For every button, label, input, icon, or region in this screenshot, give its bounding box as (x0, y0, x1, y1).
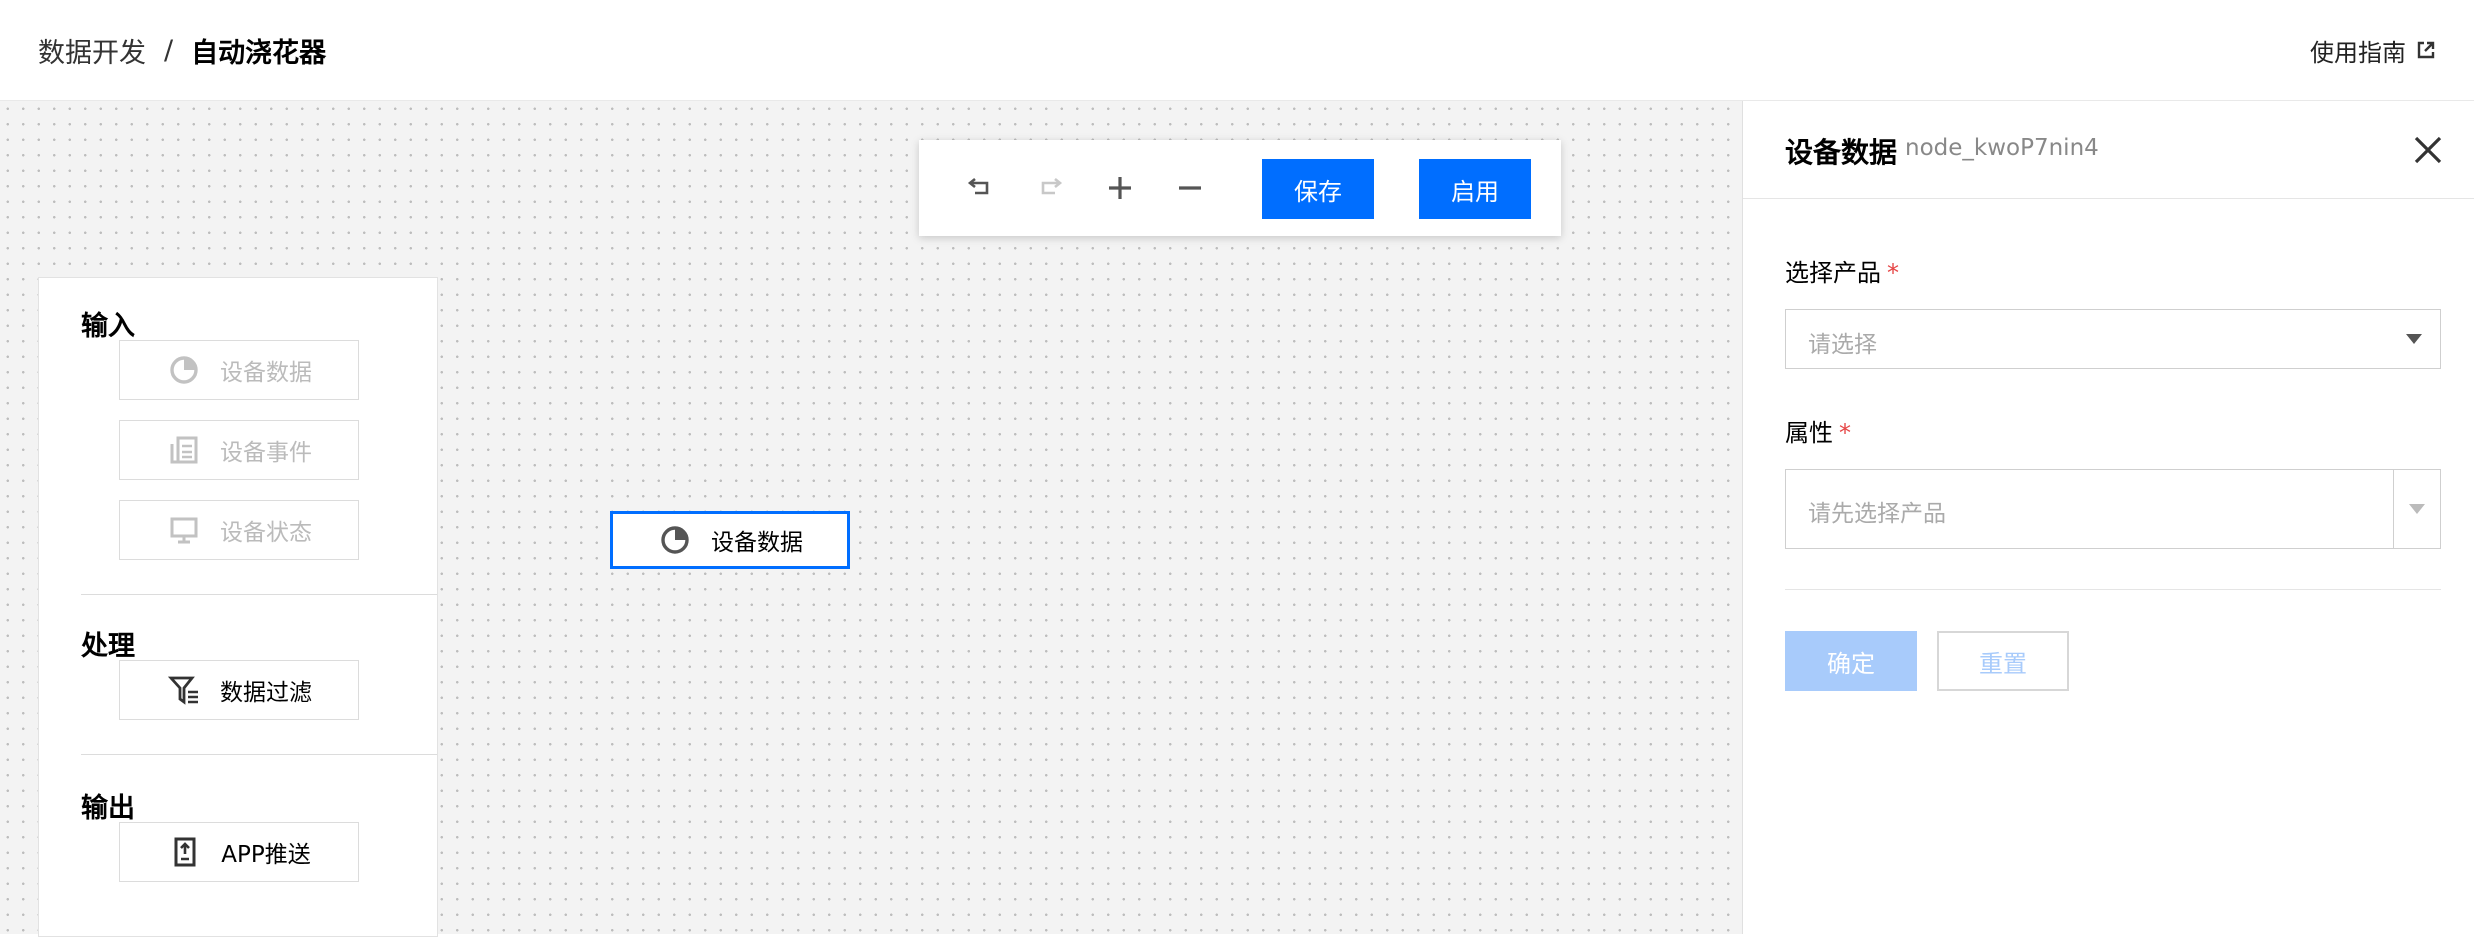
breadcrumb-separator: / (164, 34, 174, 66)
palette-divider (81, 594, 437, 595)
user-guide-link[interactable]: 使用指南 (2310, 30, 2436, 70)
event-icon (166, 432, 202, 468)
enable-button[interactable]: 启用 (1419, 159, 1531, 219)
required-mark: * (1839, 419, 1851, 447)
panel-header: 设备数据 node_kwoP7nin4 (1743, 101, 2474, 199)
palette-item-label: 设备数据 (220, 360, 312, 386)
redo-icon[interactable] (1035, 173, 1065, 203)
panel-divider (1785, 589, 2441, 590)
palette-section-process-title: 处理 (81, 631, 135, 662)
required-mark: * (1887, 259, 1899, 287)
product-select[interactable]: 请选择 (1785, 309, 2441, 369)
palette-item-label: 设备状态 (220, 520, 312, 546)
panel-title: 设备数据 (1785, 136, 1898, 169)
canvas-node-label: 设备数据 (711, 530, 803, 556)
reset-button[interactable]: 重置 (1937, 631, 2069, 691)
palette-item-device-status[interactable]: 设备状态 (119, 500, 359, 560)
flow-canvas[interactable]: 保存 启用 输入 设备数据 设备事件 设备状态 处理 数据过滤 输出 APP推送… (0, 101, 1742, 937)
select-divider (2393, 470, 2394, 548)
undo-icon[interactable] (965, 173, 995, 203)
top-header: 数据开发 / 自动浇花器 使用指南 (0, 0, 2474, 101)
node-config-panel: 设备数据 node_kwoP7nin4 选择产品 * 请选择 属性 * 请先选择产品… (1742, 101, 2474, 934)
canvas-toolbar: 保存 启用 (919, 140, 1561, 236)
node-id-label: node_kwoP7nin4 (1905, 135, 2099, 161)
monitor-icon (166, 512, 202, 548)
chevron-down-icon (2406, 334, 2422, 344)
product-select-placeholder: 请选择 (1808, 332, 1877, 358)
node-palette: 输入 设备数据 设备事件 设备状态 处理 数据过滤 输出 APP推送 (38, 277, 438, 937)
palette-item-label: 设备事件 (220, 440, 312, 466)
palette-item-device-data[interactable]: 设备数据 (119, 340, 359, 400)
confirm-button[interactable]: 确定 (1785, 631, 1917, 691)
user-guide-label: 使用指南 (2310, 38, 2406, 67)
palette-divider (81, 754, 437, 755)
product-field-label: 选择产品 * (1785, 259, 1899, 287)
filter-icon (166, 672, 202, 708)
palette-item-label: 数据过滤 (220, 680, 312, 706)
palette-item-data-filter[interactable]: 数据过滤 (119, 660, 359, 720)
palette-item-app-push[interactable]: APP推送 (119, 822, 359, 882)
pie-chart-icon (166, 352, 202, 388)
pie-chart-icon (657, 522, 693, 558)
palette-item-device-event[interactable]: 设备事件 (119, 420, 359, 480)
attribute-field-label: 属性 * (1785, 419, 1851, 447)
breadcrumb-parent-link[interactable]: 数据开发 (38, 31, 146, 70)
breadcrumb: 数据开发 / 自动浇花器 (38, 30, 326, 70)
save-button[interactable]: 保存 (1262, 159, 1374, 219)
attribute-select-placeholder: 请先选择产品 (1808, 501, 1946, 527)
external-link-icon (2417, 41, 2435, 59)
zoom-in-icon[interactable] (1105, 173, 1135, 203)
palette-section-input-title: 输入 (81, 311, 135, 342)
canvas-node-device-data[interactable]: 设备数据 (610, 511, 850, 569)
close-icon[interactable] (2411, 133, 2445, 167)
page-title: 自动浇花器 (191, 37, 327, 69)
palette-item-label: APP推送 (221, 842, 311, 868)
palette-section-output-title: 输出 (81, 793, 135, 824)
attribute-select[interactable]: 请先选择产品 (1785, 469, 2441, 549)
zoom-out-icon[interactable] (1175, 173, 1205, 203)
chevron-down-icon (2409, 504, 2425, 514)
app-push-icon (167, 834, 203, 870)
